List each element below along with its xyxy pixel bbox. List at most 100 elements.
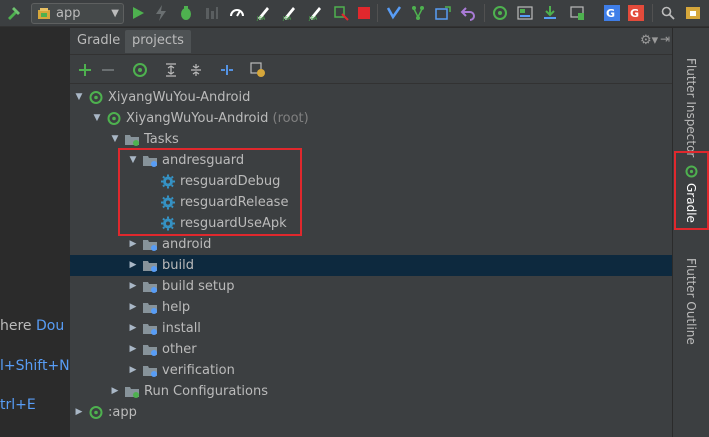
tree-row-label: help: [162, 299, 190, 316]
tree-row-label: XiyangWuYou-Android (root): [126, 110, 309, 127]
tree-row-text: resguardDebug: [180, 174, 281, 189]
tree-row-text: android: [162, 237, 212, 252]
tree-row[interactable]: ▼ Tasks: [70, 129, 673, 150]
tree-row[interactable]: ▶ help: [70, 297, 673, 318]
expand-arrow-icon[interactable]: ▶: [110, 385, 120, 397]
tree-row-label: Tasks: [144, 131, 179, 148]
add-icon[interactable]: [76, 61, 94, 79]
expand-arrow-icon[interactable]: ▶: [128, 280, 138, 292]
expand-arrow-icon[interactable]: ▶: [128, 322, 138, 334]
gradle-tab-label: Gradle: [684, 183, 698, 223]
tree-row-text: build: [162, 258, 194, 273]
run-icon[interactable]: [130, 5, 146, 21]
tree-row[interactable]: ▼ XiyangWuYou-Android: [70, 87, 673, 108]
apply-changes-icon[interactable]: [153, 5, 169, 21]
translate-icon[interactable]: G: [628, 5, 644, 21]
hammer-icon[interactable]: [6, 5, 22, 21]
tree-row[interactable]: ▶ other: [70, 339, 673, 360]
svg-text:JRA: JRA: [256, 16, 266, 21]
collapse-arrow-icon[interactable]: ▼: [74, 91, 84, 103]
tab-gradle[interactable]: Gradle: [681, 165, 701, 223]
stop-icon[interactable]: [356, 5, 372, 21]
editor-hint-line: here Dou: [0, 318, 64, 334]
translate-icon[interactable]: G: [604, 5, 620, 21]
tree-row[interactable]: resguardRelease: [70, 192, 673, 213]
android-icon[interactable]: [685, 5, 701, 21]
task-folder-icon: [142, 258, 158, 273]
hint-text: here: [0, 318, 36, 334]
hint-shortcut: trl+E: [0, 397, 36, 413]
undo-icon[interactable]: [460, 5, 476, 21]
tree-row-label: resguardDebug: [180, 173, 280, 190]
gear-icon[interactable]: ⚙▾: [640, 33, 658, 48]
expand-arrow-icon[interactable]: ▶: [74, 406, 84, 418]
stop-device-icon[interactable]: [333, 5, 349, 21]
expand-arrow-icon[interactable]: ▶: [128, 364, 138, 376]
profile-icon[interactable]: [229, 5, 245, 21]
search-icon[interactable]: [660, 5, 676, 21]
attach-debugger-icon[interactable]: [204, 5, 220, 21]
jira-icon[interactable]: JRA: [307, 5, 323, 21]
jira-icon[interactable]: JRA: [255, 5, 271, 21]
task-folder-icon: [142, 300, 158, 315]
tree-row[interactable]: ▶ install: [70, 318, 673, 339]
settings-tool-icon[interactable]: [249, 61, 267, 79]
refresh-icon[interactable]: [131, 61, 149, 79]
device-icon[interactable]: [569, 5, 585, 21]
sdk-manager-icon[interactable]: [542, 5, 558, 21]
tree-row[interactable]: ▼ XiyangWuYou-Android (root): [70, 108, 673, 129]
debug-icon[interactable]: [178, 5, 194, 21]
tree-row[interactable]: ▼ andresguard: [70, 150, 673, 171]
collapse-all-icon[interactable]: [187, 61, 205, 79]
gear-icon: [160, 195, 176, 210]
task-folder-icon: [142, 279, 158, 294]
expand-arrow-icon[interactable]: ▶: [128, 343, 138, 355]
svg-text:JRA: JRA: [308, 16, 318, 21]
toolbar-separator: [377, 4, 378, 22]
collapse-arrow-icon[interactable]: ▼: [92, 112, 102, 124]
hide-panel-icon[interactable]: ⇥: [660, 32, 670, 46]
tree-row[interactable]: ▶ build setup: [70, 276, 673, 297]
tree-row[interactable]: ▶ Run Configurations: [70, 381, 673, 402]
expand-all-icon[interactable]: [162, 61, 180, 79]
tab-flutter-outline[interactable]: Flutter Outline: [681, 258, 701, 345]
tree-row-label: resguardRelease: [180, 194, 288, 211]
merge-icon[interactable]: [386, 5, 402, 21]
tab-projects[interactable]: projects: [125, 30, 191, 53]
collapse-arrow-icon[interactable]: ▼: [128, 154, 138, 166]
svg-text:JRA: JRA: [282, 16, 292, 21]
vcs-push-icon[interactable]: [435, 5, 451, 21]
expand-arrow-icon[interactable]: ▶: [128, 238, 138, 250]
tree-row-label: :app: [108, 404, 137, 421]
remove-icon[interactable]: [99, 61, 117, 79]
hint-link[interactable]: Dou: [36, 318, 64, 334]
tree-row[interactable]: ▶ verification: [70, 360, 673, 381]
task-folder-icon: [142, 321, 158, 336]
svg-text:G: G: [606, 7, 615, 20]
collapse-arrow-icon[interactable]: ▼: [110, 133, 120, 145]
run-config-select[interactable]: app ▼: [31, 3, 124, 24]
expand-arrow-icon[interactable]: ▶: [128, 301, 138, 313]
tree-row[interactable]: ▶ build: [70, 255, 673, 276]
jira-icon[interactable]: JRA: [281, 5, 297, 21]
expand-arrow-icon[interactable]: ▶: [128, 259, 138, 271]
vcs-icon[interactable]: [410, 5, 426, 21]
chevron-down-icon: ▼: [111, 8, 119, 19]
flutter-outline-label: Flutter Outline: [684, 258, 698, 345]
tree-row[interactable]: resguardDebug: [70, 171, 673, 192]
layout-icon[interactable]: [517, 5, 533, 21]
folder-icon: [124, 384, 140, 399]
gear-icon: [160, 216, 176, 231]
tree-row[interactable]: ▶ android: [70, 234, 673, 255]
tab-flutter-inspector[interactable]: Flutter Inspector: [681, 58, 701, 157]
tree-row-text: Tasks: [144, 132, 179, 147]
link-icon[interactable]: [218, 61, 236, 79]
tree-row[interactable]: resguardUseApk: [70, 213, 673, 234]
sync-icon[interactable]: [492, 5, 508, 21]
tree-row-text: help: [162, 300, 191, 315]
tree-row-label: android: [162, 236, 211, 253]
tree-row-label: verification: [162, 362, 235, 379]
tree-row[interactable]: ▶ :app: [70, 402, 673, 423]
tree-row-text: Run Configurations: [144, 384, 268, 399]
tree-row-label: andresguard: [162, 152, 244, 169]
